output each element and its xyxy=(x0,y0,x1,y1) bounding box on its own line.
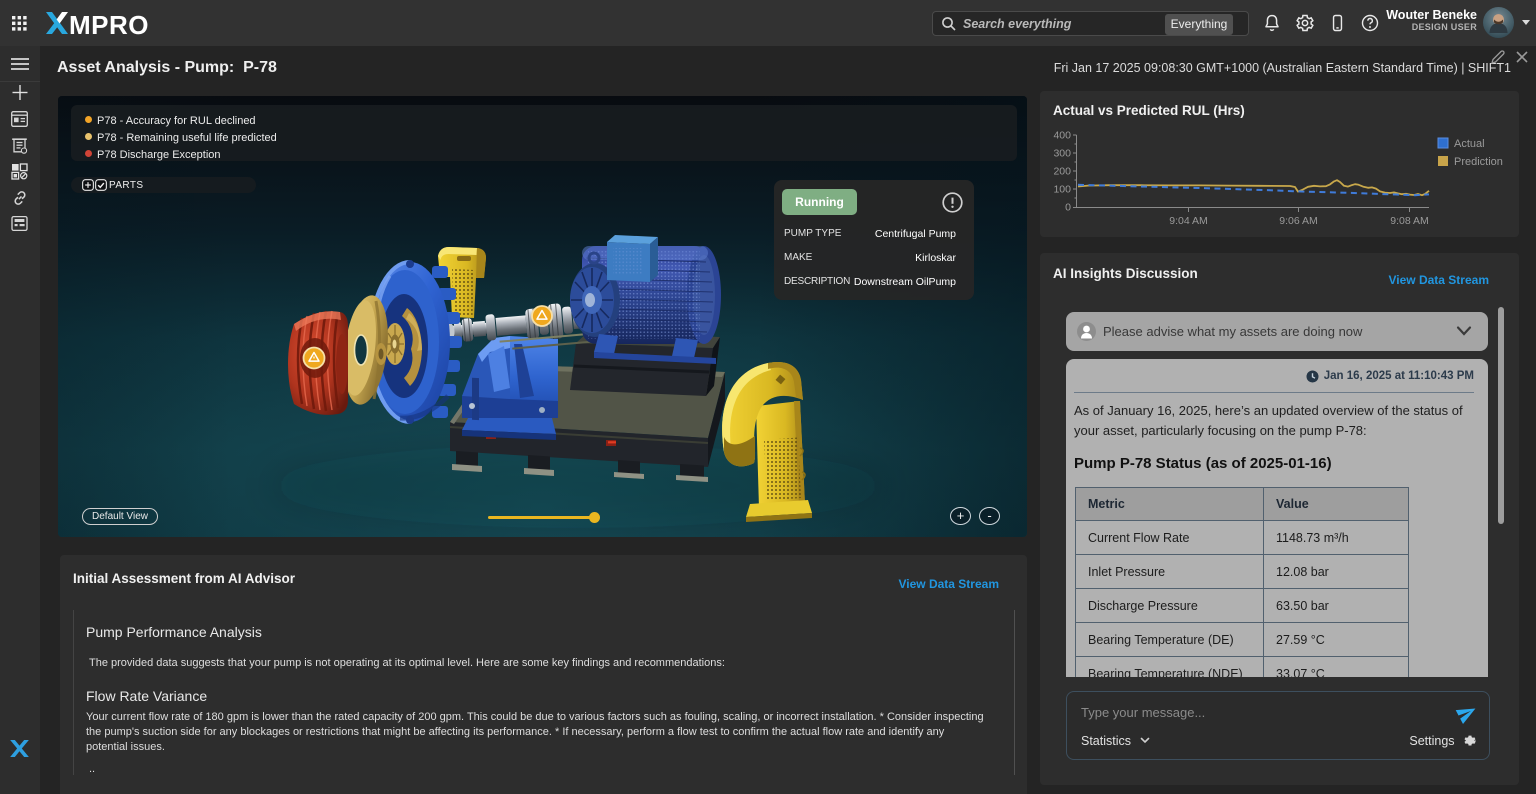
svg-text:300: 300 xyxy=(1053,148,1071,160)
svg-text:9:06 AM: 9:06 AM xyxy=(1279,215,1318,227)
svg-text:100: 100 xyxy=(1053,184,1071,196)
svg-text:Prediction: Prediction xyxy=(1454,156,1503,168)
svg-text:200: 200 xyxy=(1053,166,1071,178)
svg-text:0: 0 xyxy=(1065,202,1071,214)
svg-text:9:08 AM: 9:08 AM xyxy=(1390,215,1429,227)
svg-text:400: 400 xyxy=(1053,130,1071,142)
svg-text:Actual: Actual xyxy=(1454,138,1485,150)
svg-text:9:04 AM: 9:04 AM xyxy=(1169,215,1208,227)
